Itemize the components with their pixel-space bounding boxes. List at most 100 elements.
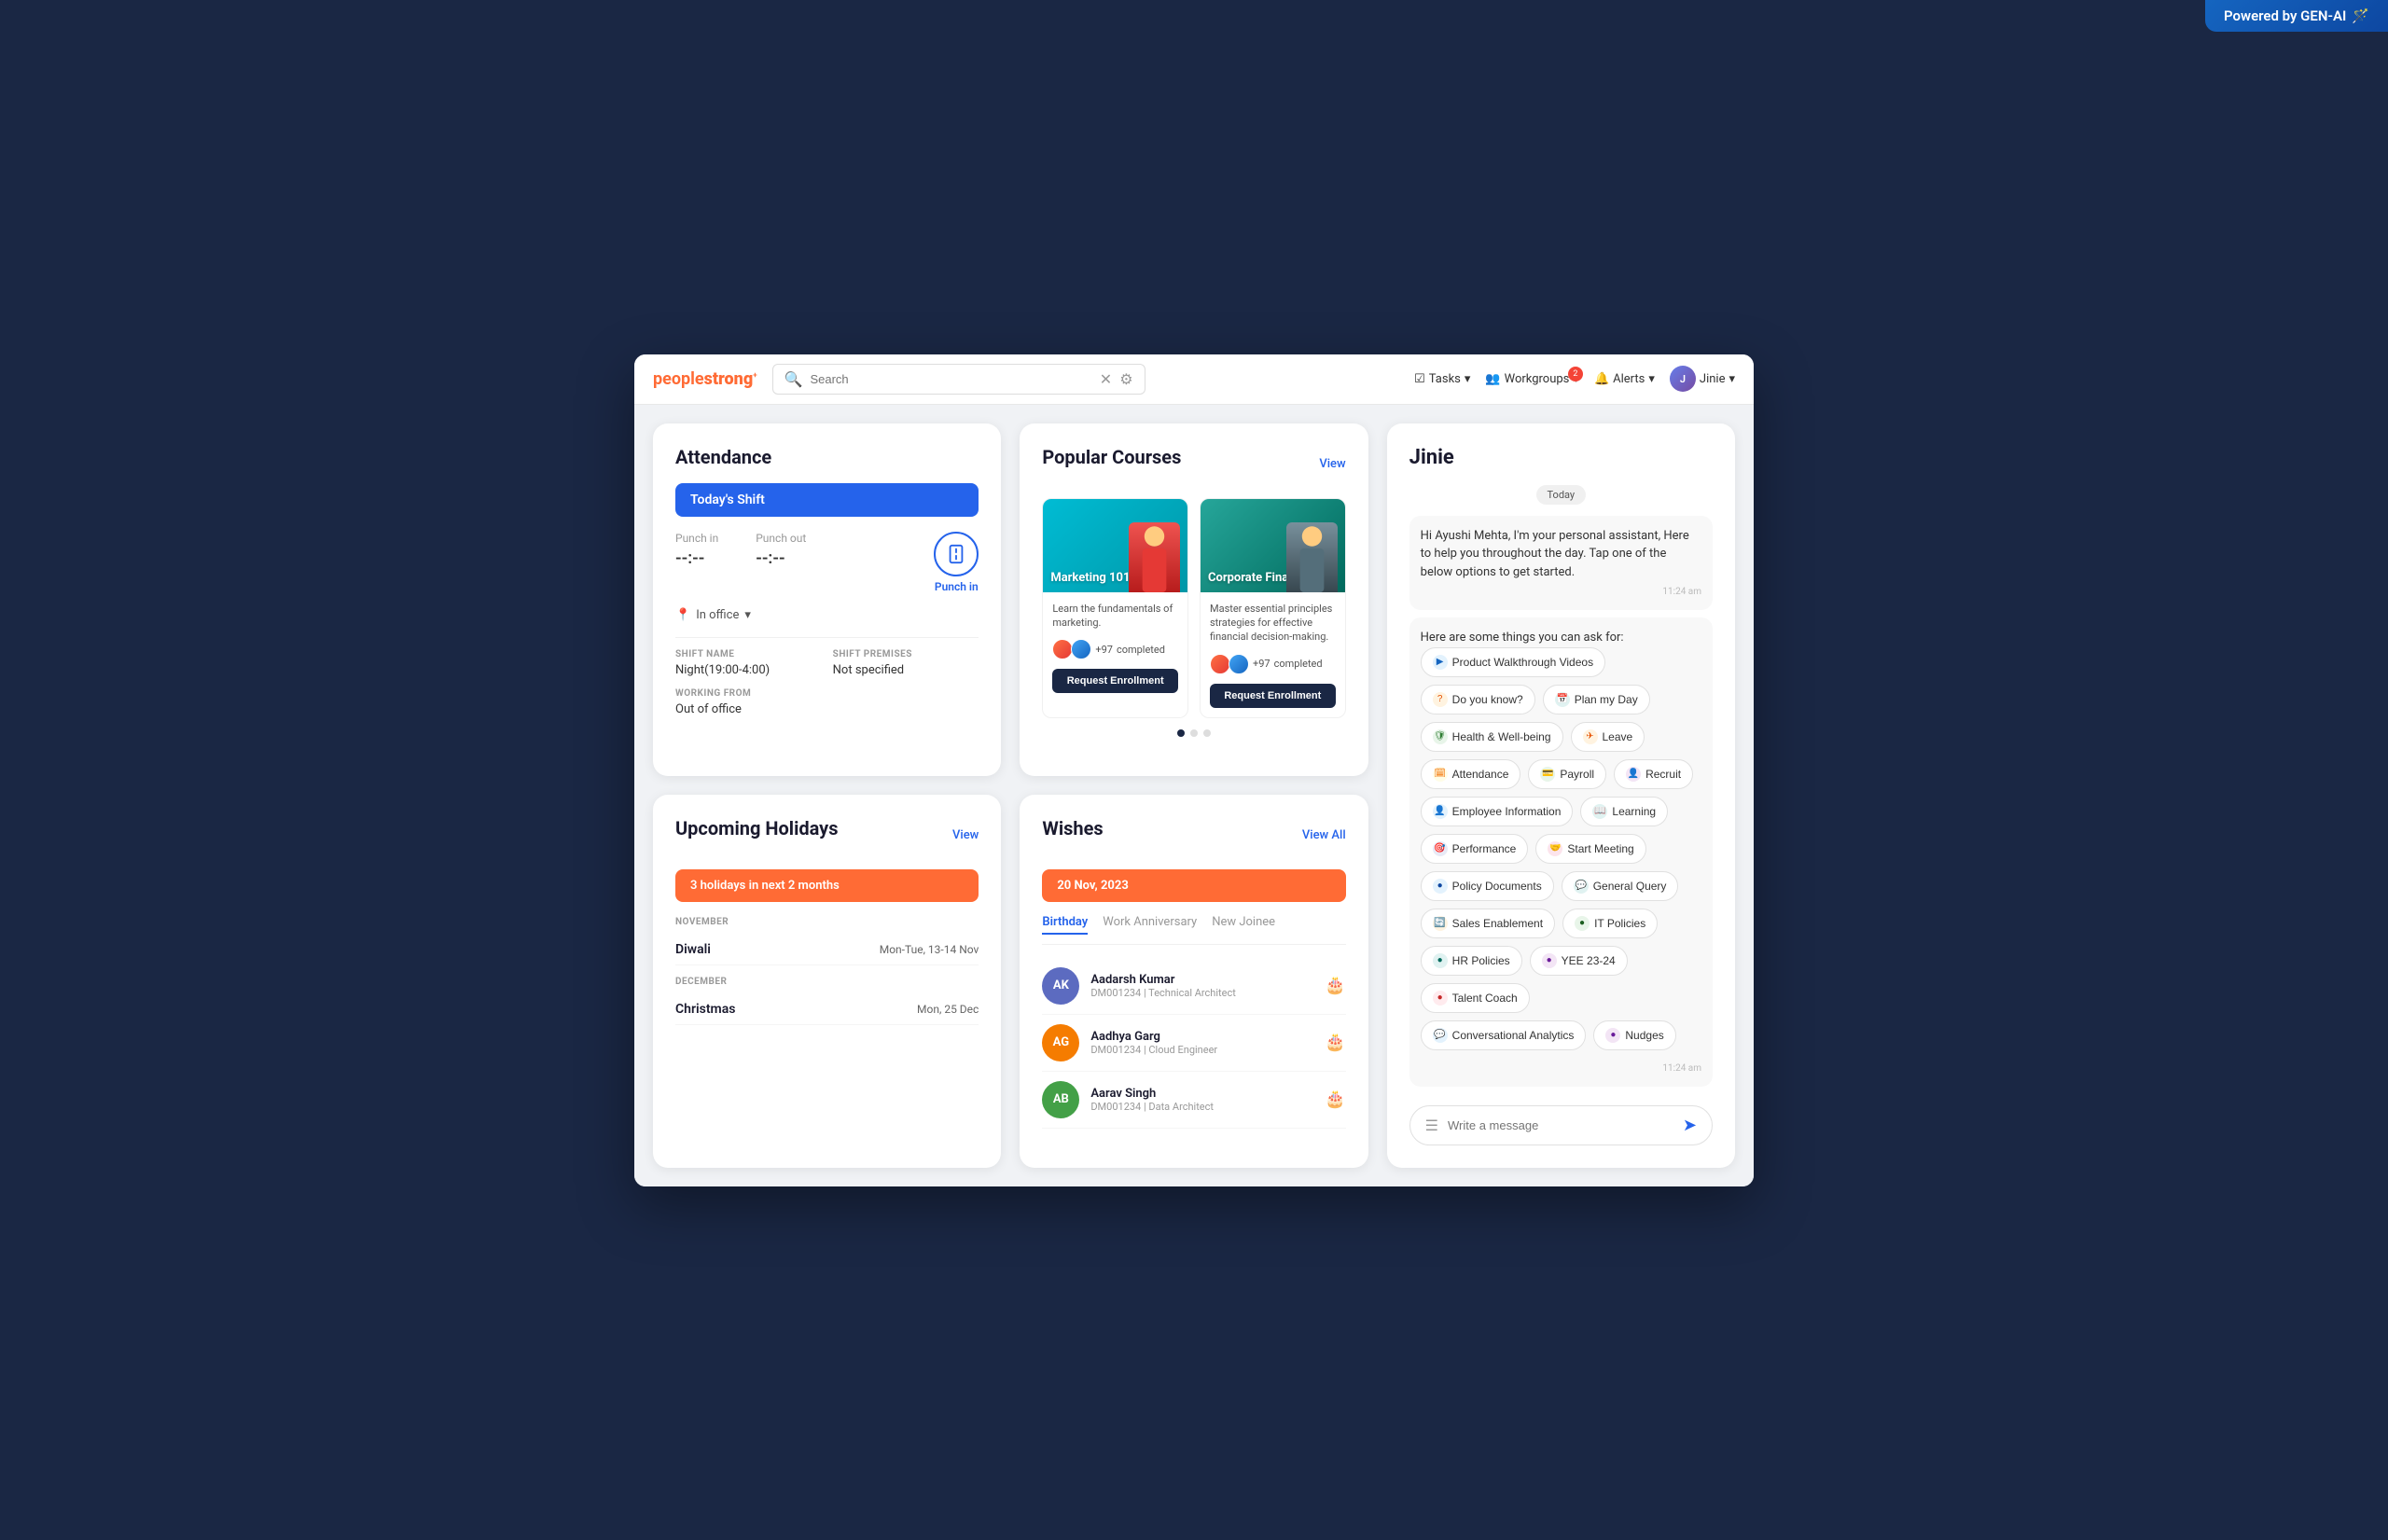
qa-label-18: Talent Coach [1452,992,1518,1005]
quick-action-5[interactable]: 🗓Attendance [1421,759,1521,789]
holidays-view-link[interactable]: View [952,828,979,842]
navbar: peoplestrong+ 🔍 ✕ ⚙ ☑ Tasks ▾ 2 👥 Workgr… [634,354,1754,405]
qa-icon-11: 🤝 [1548,841,1562,856]
qa-icon-10: 🎯 [1433,841,1448,856]
holiday-item-1-0: ChristmasMon, 25 Dec [675,994,979,1025]
holidays-card: Upcoming Holidays View 3 holidays in nex… [653,795,1001,1168]
qa-label-14: Sales Enablement [1452,917,1543,930]
workgroups-badge: 2 [1568,367,1583,382]
courses-view-link[interactable]: View [1319,457,1345,471]
enroll-btn-1[interactable]: Request Enrollment [1210,684,1336,708]
quick-action-0[interactable]: ▶Product Walkthrough Videos [1421,647,1605,677]
search-input[interactable] [810,372,1091,386]
wish-name-0: Aadarsh Kumar [1090,973,1236,987]
greeting-time: 11:24 am [1421,585,1701,599]
quick-action-1[interactable]: ?Do you know? [1421,685,1535,715]
tasks-nav-item[interactable]: ☑ Tasks ▾ [1414,372,1470,386]
search-bar[interactable]: 🔍 ✕ ⚙ [772,364,1145,395]
user-nav-item[interactable]: J Jinie ▾ [1670,366,1735,392]
quick-action-18[interactable]: ● Talent Coach [1421,983,1530,1013]
working-from-label: WORKING FROM [675,688,822,699]
course-avatars-1: +97 completed [1210,654,1336,674]
quick-action-3[interactable]: 🛡Health & Well-being [1421,722,1563,752]
dot-2[interactable] [1203,729,1211,737]
clear-icon[interactable]: ✕ [1100,370,1112,388]
quick-action-15[interactable]: ●IT Policies [1562,909,1658,938]
qa-icon-14: 🔄 [1433,916,1448,931]
logo-text: peoplestrong+ [653,369,757,389]
location-row[interactable]: 📍 In office ▾ [675,608,979,622]
quick-action-19[interactable]: 💬Conversational Analytics [1421,1020,1587,1050]
wish-info-1: Aadhya Garg DM001234 | Cloud Engineer [1090,1030,1217,1056]
cake-icon-0: 🎂 [1325,976,1345,995]
qa-icon-18: ● [1433,991,1448,1006]
mini-avatar-4 [1229,654,1249,674]
course-item-0: Marketing 101 Learn the fundamentals of … [1042,498,1188,718]
avatar: J [1670,366,1696,392]
courses-grid: Marketing 101 Learn the fundamentals of … [1042,498,1345,718]
quick-action-11[interactable]: 🤝Start Meeting [1535,834,1645,864]
qa-icon-13: 💬 [1574,879,1589,894]
tasks-chevron: ▾ [1465,372,1471,386]
cake-icon-1: 🎂 [1325,1033,1345,1052]
cake-icon-2: 🎂 [1325,1089,1345,1109]
qa-label-19: Conversational Analytics [1452,1029,1575,1042]
quick-action-8[interactable]: 👤Employee Information [1421,797,1574,826]
dot-1[interactable] [1190,729,1198,737]
punch-button[interactable]: Punch in [934,532,979,593]
dashboard: Attendance Today's Shift Punch in --:-- … [634,405,1754,1186]
wishes-view-all-link[interactable]: View All [1302,828,1346,842]
alerts-nav-item[interactable]: 🔔 Alerts ▾ [1594,372,1655,386]
quick-action-13[interactable]: 💬General Query [1562,871,1679,901]
quick-action-14[interactable]: 🔄 Sales Enablement [1421,909,1555,938]
quick-actions: ▶Product Walkthrough Videos ?Do you know?… [1421,647,1701,1050]
wish-tab-1[interactable]: Work Anniversary [1103,915,1197,935]
banner-icon: 🪄 [2352,7,2369,24]
dot-0[interactable] [1177,729,1185,737]
alerts-chevron: ▾ [1648,372,1655,386]
wish-avatar-2: AB [1042,1081,1079,1118]
quick-action-10[interactable]: 🎯Performance [1421,834,1529,864]
wish-person-2: AB Aarav Singh DM001234 | Data Architect… [1042,1072,1345,1129]
qa-icon-0: ▶ [1433,655,1448,670]
punch-btn-label: Punch in [935,580,979,593]
course-body-0: Learn the fundamentals of marketing. +97… [1043,592,1187,703]
month-label-0: NOVEMBER [675,917,979,927]
qa-icon-20: ● [1605,1028,1620,1043]
quick-action-2[interactable]: 📅Plan my Day [1543,685,1650,715]
chat-input[interactable] [1448,1118,1673,1132]
mini-avatar-3 [1210,654,1230,674]
quick-action-12[interactable]: ●Policy Documents [1421,871,1554,901]
quick-action-7[interactable]: 👤Recruit [1614,759,1693,789]
prompt-text: Here are some things you can ask for: [1421,631,1624,645]
mini-avatar-2 [1071,639,1091,659]
banner-text: Powered by GEN-AI [2224,7,2346,24]
quick-action-20[interactable]: ●Nudges [1593,1020,1675,1050]
qa-label-2: Plan my Day [1575,693,1638,706]
working-from-value: Out of office [675,702,822,716]
shift-premises-value: Not specified [833,663,979,677]
quick-action-4[interactable]: ✈ Leave [1571,722,1645,752]
holidays-title: Upcoming Holidays [675,817,839,839]
workgroups-nav-item[interactable]: 2 👥 Workgroups ▾ [1485,372,1579,386]
quick-action-16[interactable]: ●HR Policies [1421,946,1522,976]
send-button[interactable]: ➤ [1683,1116,1697,1135]
filter-icon[interactable]: ⚙ [1119,370,1132,388]
wish-info-0: Aadarsh Kumar DM001234 | Technical Archi… [1090,973,1236,999]
course-status-0: completed [1117,644,1165,656]
enroll-btn-0[interactable]: Request Enrollment [1052,669,1178,693]
wish-tab-0[interactable]: Birthday [1042,915,1088,935]
wish-person-0: AK Aadarsh Kumar DM001234 | Technical Ar… [1042,958,1345,1015]
qa-label-4: Leave [1603,730,1633,743]
quick-action-9[interactable]: 📖Learning [1580,797,1668,826]
qa-icon-7: 👤 [1626,767,1641,782]
shift-premises-item: SHIFT PREMISES Not specified [833,649,979,677]
holiday-date-1-0: Mon, 25 Dec [917,1003,979,1016]
wish-tab-2[interactable]: New Joinee [1212,915,1275,935]
mini-avatar-1 [1052,639,1073,659]
quick-action-17[interactable]: ●YEE 23-24 [1530,946,1628,976]
qa-icon-12: ● [1433,879,1448,894]
shift-banner: Today's Shift [675,483,979,517]
qa-icon-4: ✈ [1583,729,1598,744]
quick-action-6[interactable]: 💳Payroll [1528,759,1606,789]
